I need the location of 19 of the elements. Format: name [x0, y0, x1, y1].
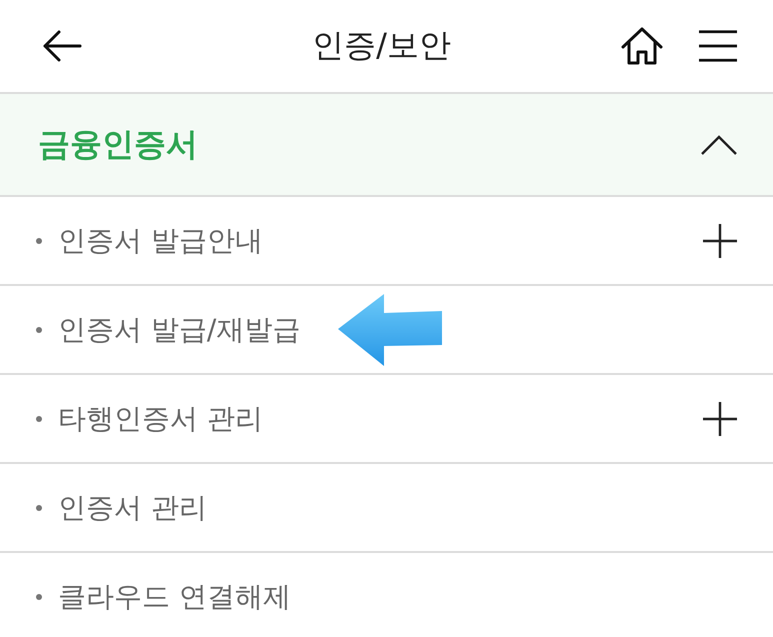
home-icon[interactable] [621, 27, 663, 65]
bullet-icon [36, 416, 42, 422]
plus-icon[interactable] [703, 402, 737, 436]
menu-icon[interactable] [699, 29, 737, 63]
section-title: 금융인증서 [38, 124, 199, 164]
menu-item[interactable]: 인증서 발급안내 [58, 222, 263, 260]
bullet-icon [36, 504, 42, 510]
bullet-icon [36, 326, 42, 332]
bullet-icon [36, 594, 42, 600]
menu-item[interactable]: 클라우드 연결해제 [58, 578, 291, 616]
section-header[interactable]: 금융인증서 [0, 94, 773, 197]
back-arrow-icon[interactable] [42, 30, 82, 62]
menu-item[interactable]: 인증서 관리 [58, 488, 207, 526]
menu-item[interactable]: 타행인증서 관리 [58, 400, 263, 438]
menu-item[interactable]: 인증서 발급/재발급 [58, 310, 300, 348]
caret-icon[interactable] [701, 134, 737, 154]
page-title: 인증/보안 [311, 25, 452, 66]
bullet-icon [36, 238, 42, 244]
plus-icon[interactable] [703, 224, 737, 258]
